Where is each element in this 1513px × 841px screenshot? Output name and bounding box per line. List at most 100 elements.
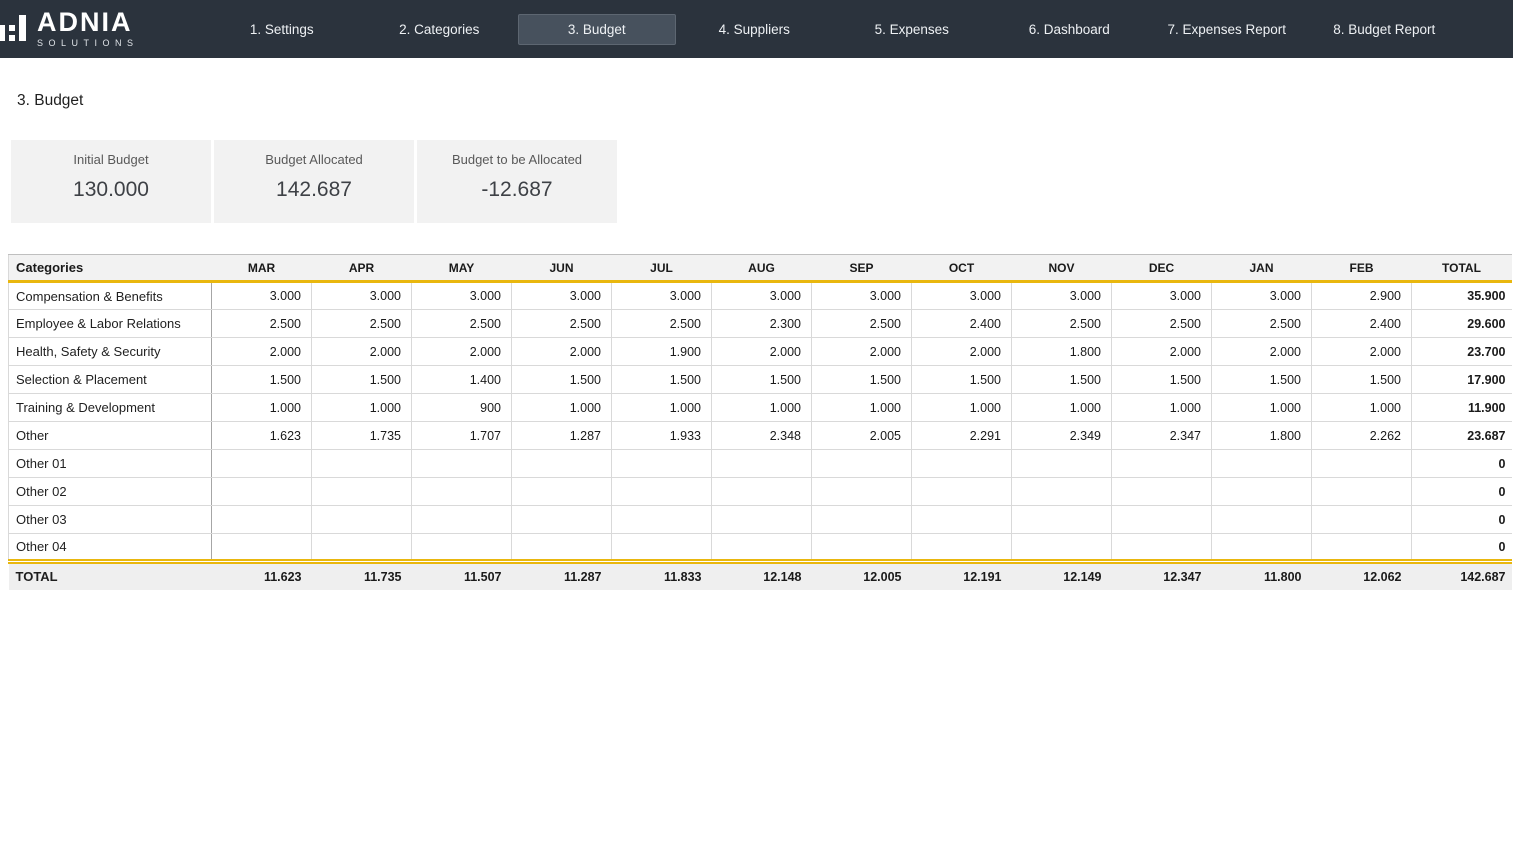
value-cell-sep[interactable]: 1.000 — [812, 394, 912, 422]
value-cell-dec[interactable]: 1.000 — [1112, 394, 1212, 422]
value-cell-jul[interactable]: 1.900 — [612, 338, 712, 366]
value-cell-mar[interactable]: 3.000 — [212, 282, 312, 310]
nav-tab-8-budget-report[interactable]: 8. Budget Report — [1306, 14, 1464, 45]
value-cell-may[interactable]: 3.000 — [412, 282, 512, 310]
value-cell-feb[interactable] — [1312, 478, 1412, 506]
category-cell[interactable]: Health, Safety & Security — [9, 338, 212, 366]
nav-tab-2-categories[interactable]: 2. Categories — [361, 14, 519, 45]
value-cell-jul[interactable]: 1.500 — [612, 366, 712, 394]
value-cell-aug[interactable] — [712, 478, 812, 506]
value-cell-jun[interactable] — [512, 534, 612, 562]
value-cell-jun[interactable]: 1.000 — [512, 394, 612, 422]
value-cell-jul[interactable] — [612, 478, 712, 506]
value-cell-dec[interactable] — [1112, 478, 1212, 506]
value-cell-oct[interactable]: 1.000 — [912, 394, 1012, 422]
value-cell-apr[interactable]: 1.735 — [312, 422, 412, 450]
value-cell-aug[interactable] — [712, 534, 812, 562]
value-cell-jun[interactable]: 2.500 — [512, 310, 612, 338]
value-cell-oct[interactable] — [912, 506, 1012, 534]
category-cell[interactable]: Other 03 — [9, 506, 212, 534]
value-cell-nov[interactable]: 1.800 — [1012, 338, 1112, 366]
value-cell-aug[interactable]: 2.300 — [712, 310, 812, 338]
value-cell-feb[interactable]: 2.262 — [1312, 422, 1412, 450]
value-cell-may[interactable]: 900 — [412, 394, 512, 422]
value-cell-apr[interactable]: 1.500 — [312, 366, 412, 394]
value-cell-oct[interactable]: 2.291 — [912, 422, 1012, 450]
value-cell-may[interactable]: 1.400 — [412, 366, 512, 394]
value-cell-apr[interactable]: 1.000 — [312, 394, 412, 422]
value-cell-apr[interactable] — [312, 506, 412, 534]
category-cell[interactable]: Training & Development — [9, 394, 212, 422]
value-cell-jun[interactable] — [512, 506, 612, 534]
value-cell-feb[interactable]: 1.000 — [1312, 394, 1412, 422]
value-cell-jul[interactable]: 1.000 — [612, 394, 712, 422]
nav-tab-7-expenses-report[interactable]: 7. Expenses Report — [1148, 14, 1306, 45]
value-cell-oct[interactable]: 3.000 — [912, 282, 1012, 310]
category-cell[interactable]: Selection & Placement — [9, 366, 212, 394]
value-cell-mar[interactable]: 2.500 — [212, 310, 312, 338]
value-cell-nov[interactable]: 2.349 — [1012, 422, 1112, 450]
category-cell[interactable]: Other 04 — [9, 534, 212, 562]
nav-tab-5-expenses[interactable]: 5. Expenses — [833, 14, 991, 45]
value-cell-dec[interactable]: 3.000 — [1112, 282, 1212, 310]
value-cell-oct[interactable] — [912, 478, 1012, 506]
value-cell-aug[interactable]: 1.000 — [712, 394, 812, 422]
value-cell-jun[interactable]: 3.000 — [512, 282, 612, 310]
value-cell-aug[interactable]: 3.000 — [712, 282, 812, 310]
category-cell[interactable]: Compensation & Benefits — [9, 282, 212, 310]
value-cell-jan[interactable] — [1212, 534, 1312, 562]
value-cell-mar[interactable] — [212, 450, 312, 478]
value-cell-may[interactable] — [412, 534, 512, 562]
value-cell-jul[interactable]: 1.933 — [612, 422, 712, 450]
value-cell-jan[interactable]: 3.000 — [1212, 282, 1312, 310]
value-cell-dec[interactable] — [1112, 450, 1212, 478]
value-cell-oct[interactable]: 2.400 — [912, 310, 1012, 338]
value-cell-sep[interactable]: 3.000 — [812, 282, 912, 310]
value-cell-sep[interactable] — [812, 506, 912, 534]
value-cell-oct[interactable] — [912, 534, 1012, 562]
value-cell-jun[interactable]: 2.000 — [512, 338, 612, 366]
value-cell-jun[interactable]: 1.500 — [512, 366, 612, 394]
value-cell-dec[interactable]: 2.500 — [1112, 310, 1212, 338]
value-cell-mar[interactable] — [212, 506, 312, 534]
value-cell-may[interactable]: 1.707 — [412, 422, 512, 450]
value-cell-jan[interactable]: 2.000 — [1212, 338, 1312, 366]
value-cell-sep[interactable] — [812, 450, 912, 478]
value-cell-aug[interactable]: 2.000 — [712, 338, 812, 366]
value-cell-jul[interactable]: 2.500 — [612, 310, 712, 338]
value-cell-apr[interactable]: 2.000 — [312, 338, 412, 366]
value-cell-sep[interactable]: 2.005 — [812, 422, 912, 450]
category-cell[interactable]: Other 02 — [9, 478, 212, 506]
value-cell-feb[interactable] — [1312, 534, 1412, 562]
value-cell-jun[interactable]: 1.287 — [512, 422, 612, 450]
value-cell-oct[interactable]: 1.500 — [912, 366, 1012, 394]
value-cell-mar[interactable]: 1.623 — [212, 422, 312, 450]
value-cell-nov[interactable]: 3.000 — [1012, 282, 1112, 310]
value-cell-jan[interactable]: 1.500 — [1212, 366, 1312, 394]
value-cell-jul[interactable] — [612, 506, 712, 534]
value-cell-jul[interactable] — [612, 534, 712, 562]
value-cell-jun[interactable] — [512, 478, 612, 506]
value-cell-oct[interactable] — [912, 450, 1012, 478]
value-cell-dec[interactable]: 2.347 — [1112, 422, 1212, 450]
value-cell-may[interactable] — [412, 506, 512, 534]
value-cell-sep[interactable]: 2.500 — [812, 310, 912, 338]
value-cell-dec[interactable]: 1.500 — [1112, 366, 1212, 394]
value-cell-mar[interactable]: 2.000 — [212, 338, 312, 366]
nav-tab-6-dashboard[interactable]: 6. Dashboard — [991, 14, 1149, 45]
value-cell-feb[interactable] — [1312, 506, 1412, 534]
value-cell-sep[interactable]: 1.500 — [812, 366, 912, 394]
value-cell-aug[interactable]: 1.500 — [712, 366, 812, 394]
value-cell-apr[interactable] — [312, 534, 412, 562]
value-cell-jan[interactable]: 1.000 — [1212, 394, 1312, 422]
category-cell[interactable]: Other 01 — [9, 450, 212, 478]
value-cell-apr[interactable]: 2.500 — [312, 310, 412, 338]
value-cell-aug[interactable] — [712, 450, 812, 478]
value-cell-jan[interactable] — [1212, 450, 1312, 478]
value-cell-dec[interactable] — [1112, 534, 1212, 562]
nav-tab-3-budget[interactable]: 3. Budget — [518, 14, 676, 45]
value-cell-feb[interactable]: 1.500 — [1312, 366, 1412, 394]
value-cell-aug[interactable]: 2.348 — [712, 422, 812, 450]
value-cell-mar[interactable]: 1.500 — [212, 366, 312, 394]
value-cell-feb[interactable]: 2.400 — [1312, 310, 1412, 338]
